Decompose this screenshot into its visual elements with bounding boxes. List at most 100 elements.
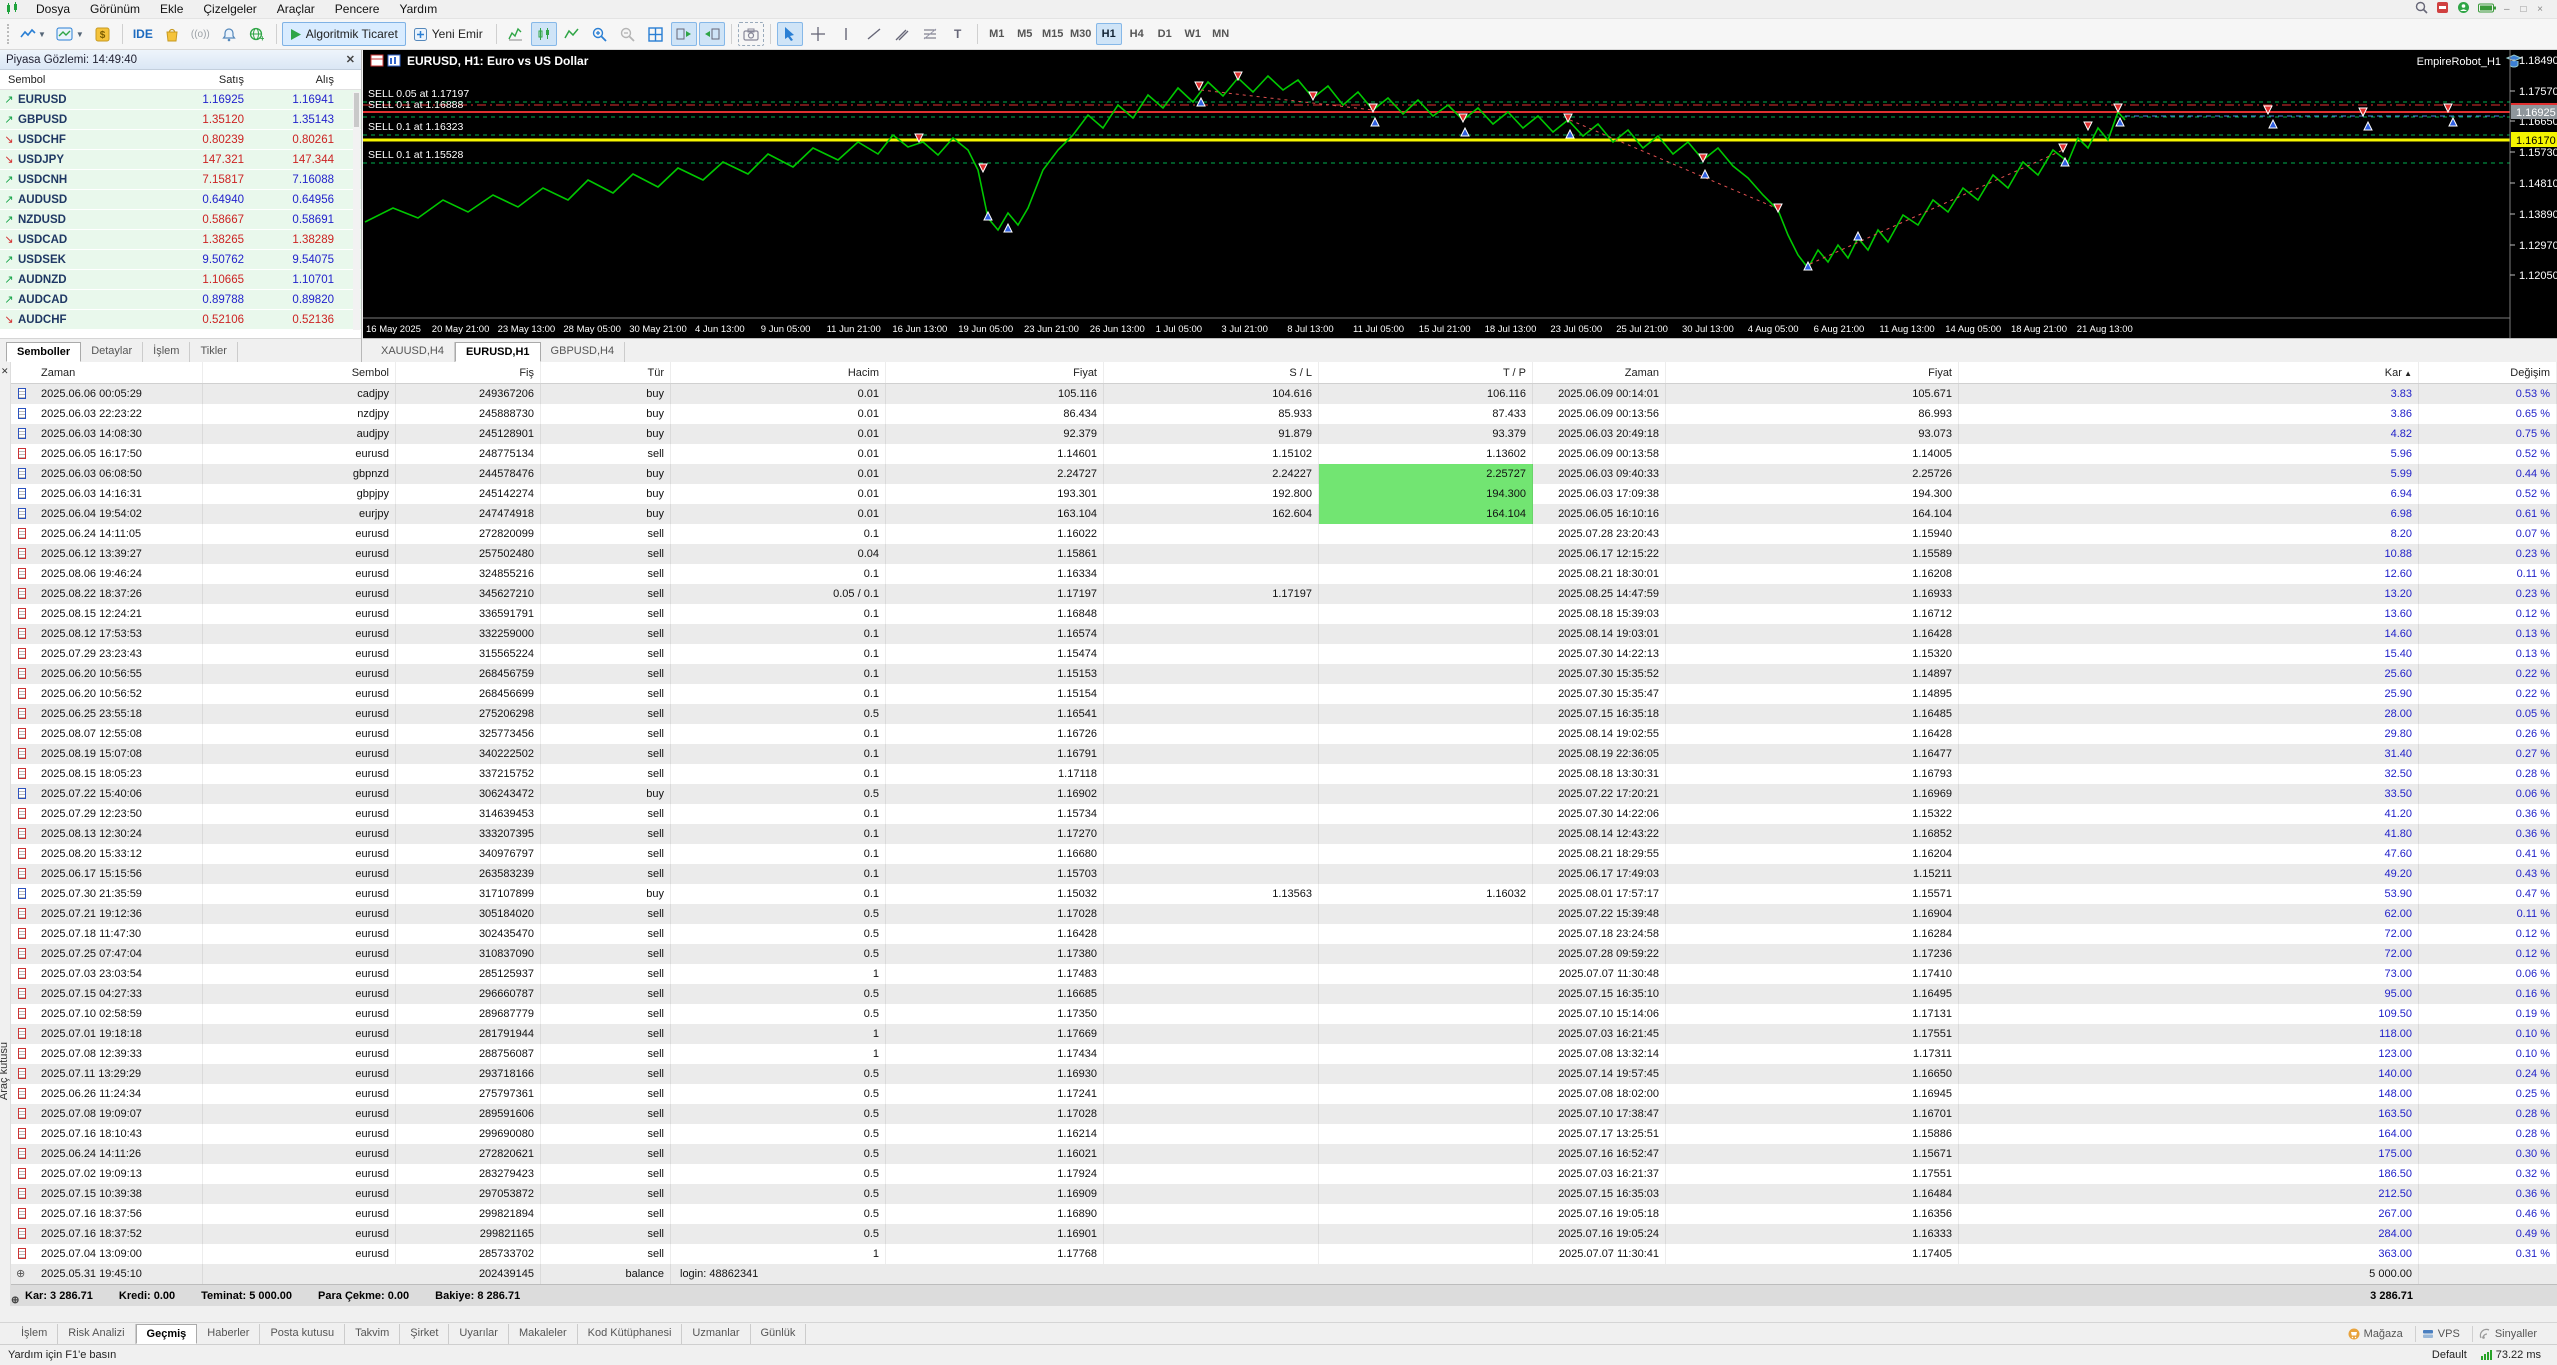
channel-tool-button[interactable]: [889, 22, 915, 46]
history-row[interactable]: 2025.06.24 14:11:05 eurusd 272820099 sell 0.…: [11, 524, 2557, 544]
chart-shift-button[interactable]: [698, 22, 725, 46]
market-watch-tab-Semboller[interactable]: Semboller: [6, 342, 82, 362]
menu-yardım[interactable]: Yardım: [389, 0, 447, 19]
history-row[interactable]: 2025.07.04 13:09:00 eurusd 285733702 sell 1 1…: [11, 1244, 2557, 1264]
tick-chart-button[interactable]: [503, 22, 529, 46]
menu-görünüm[interactable]: Görünüm: [80, 0, 150, 19]
alerts-bell-icon[interactable]: [216, 22, 242, 46]
history-row[interactable]: 2025.06.20 10:56:52 eurusd 268456699 sell 0.…: [11, 684, 2557, 704]
history-col-Sembol[interactable]: Sembol: [203, 362, 396, 383]
col-ask[interactable]: Alış: [244, 74, 344, 86]
cursor-tool-button[interactable]: [776, 22, 803, 46]
auto-scroll-button[interactable]: [670, 22, 697, 46]
history-row[interactable]: 2025.08.15 12:24:21 eurusd 336591791 sell 0.…: [11, 604, 2557, 624]
menu-dosya[interactable]: Dosya: [26, 0, 80, 19]
timeframe-D1[interactable]: D1: [1152, 23, 1178, 45]
history-row[interactable]: 2025.06.03 06:08:50 gbpnzd 244578476 buy 0.0…: [11, 464, 2557, 484]
menu-çizelgeler[interactable]: Çizelgeler: [193, 0, 266, 19]
market-watch-row-AUDUSD[interactable]: ↗ AUDUSD 0.64940 0.64956: [0, 190, 361, 210]
history-row[interactable]: 2025.08.07 12:55:08 eurusd 325773456 sell 0.…: [11, 724, 2557, 744]
timeframe-M5[interactable]: M5: [1012, 23, 1038, 45]
market-watch-row-USDCHF[interactable]: ↘ USDCHF 0.80239 0.80261: [0, 130, 361, 150]
history-row[interactable]: 2025.07.08 12:39:33 eurusd 288756087 sell 1 1…: [11, 1044, 2557, 1064]
history-row[interactable]: 2025.08.12 17:53:53 eurusd 332259000 sell 0.…: [11, 624, 2557, 644]
algo-trading-button[interactable]: Algoritmik Ticaret: [281, 22, 406, 46]
history-row[interactable]: 2025.06.04 19:54:02 eurjpy 247474918 buy 0.0…: [11, 504, 2557, 524]
new-order-button[interactable]: Yeni Emir: [406, 22, 491, 46]
history-col-Hacim[interactable]: Hacim: [671, 362, 886, 383]
zoom-in-button[interactable]: [587, 22, 613, 46]
history-row[interactable]: 2025.06.24 14:11:26 eurusd 272820621 sell 0.…: [11, 1144, 2557, 1164]
toolbox-tab-Geçmiş[interactable]: Geçmiş: [135, 1324, 198, 1344]
toolbox-tab-İşlem[interactable]: İşlem: [11, 1324, 59, 1344]
history-row[interactable]: 2025.07.16 18:37:52 eurusd 299821165 sell 0.…: [11, 1224, 2557, 1244]
status-profile[interactable]: Default: [2432, 1349, 2467, 1361]
toolbox-tab-Kod-Kütüphanesi[interactable]: Kod Kütüphanesi: [578, 1324, 683, 1344]
market-watch-close-icon[interactable]: ✕: [346, 53, 355, 66]
store-service[interactable]: Mağaza: [2342, 1326, 2409, 1342]
history-row[interactable]: 2025.06.20 10:56:55 eurusd 268456759 sell 0.…: [11, 664, 2557, 684]
history-row[interactable]: 2025.07.29 12:23:50 eurusd 314639453 sell 0.…: [11, 804, 2557, 824]
market-watch-tab-İşlem[interactable]: İşlem: [143, 342, 191, 362]
history-row[interactable]: 2025.07.18 11:47:30 eurusd 302435470 sell 0.…: [11, 924, 2557, 944]
toolbar-grip[interactable]: [7, 24, 12, 44]
history-row[interactable]: 2025.07.16 18:37:56 eurusd 299821894 sell 0.…: [11, 1204, 2557, 1224]
timeframe-H4[interactable]: H4: [1124, 23, 1150, 45]
menu-pencere[interactable]: Pencere: [325, 0, 390, 19]
col-symbol[interactable]: Sembol: [0, 74, 140, 86]
timeframe-M30[interactable]: M30: [1068, 23, 1094, 45]
balance-row[interactable]: ⊕ 2025.05.31 19:45:10 202439145 balance logi…: [11, 1264, 2557, 1284]
history-row[interactable]: 2025.06.03 14:16:31 gbpjpy 245142274 buy 0.0…: [11, 484, 2557, 504]
chart-tab-XAUUSD-H4[interactable]: XAUUSD,H4: [371, 342, 455, 362]
market-watch-row-AUDCAD[interactable]: ↗ AUDCAD 0.89788 0.89820: [0, 290, 361, 310]
toolbox-tab-Günlük[interactable]: Günlük: [751, 1324, 807, 1344]
history-row[interactable]: 2025.07.25 07:47:04 eurusd 310837090 sell 0.…: [11, 944, 2557, 964]
timeframe-MN[interactable]: MN: [1208, 23, 1234, 45]
toolbox-tab-Posta-kutusu[interactable]: Posta kutusu: [260, 1324, 346, 1344]
toolbox-close-icon[interactable]: ✕: [1, 366, 9, 377]
vertical-line-tool-button[interactable]: [833, 22, 859, 46]
tile-windows-button[interactable]: [643, 22, 669, 46]
line-chart-button[interactable]: [559, 22, 585, 46]
vps-service[interactable]: VPS: [2414, 1325, 2466, 1342]
history-row[interactable]: 2025.07.10 02:58:59 eurusd 289687779 sell 0.…: [11, 1004, 2557, 1024]
history-row[interactable]: 2025.06.25 23:55:18 eurusd 275206298 sell 0.…: [11, 704, 2557, 724]
toolbox-tab-Takvim[interactable]: Takvim: [345, 1324, 401, 1344]
market-watch-tab-Tikler[interactable]: Tikler: [190, 342, 238, 362]
history-row[interactable]: 2025.07.15 04:27:33 eurusd 296660787 sell 0.…: [11, 984, 2557, 1004]
menu-ekle[interactable]: Ekle: [150, 0, 193, 19]
chart-tab-EURUSD-H1[interactable]: EURUSD,H1: [454, 342, 541, 362]
market-store-icon[interactable]: [159, 22, 185, 46]
history-row[interactable]: 2025.06.03 22:23:22 nzdjpy 245888730 buy 0.0…: [11, 404, 2557, 424]
history-row[interactable]: 2025.07.03 23:03:54 eurusd 285125937 sell 1 1…: [11, 964, 2557, 984]
market-watch-column-headers[interactable]: Sembol Satış Alış: [0, 70, 361, 90]
community-globe-icon[interactable]: +: [244, 22, 270, 46]
history-column-headers[interactable]: Zaman Sembol Fiş Tür Hacim Fiyat S / LT / P Zam…: [11, 362, 2557, 384]
toolbox-tab-Risk-Analizi[interactable]: Risk Analizi: [58, 1324, 136, 1344]
broadcast-icon[interactable]: ((o)): [187, 22, 214, 46]
history-row[interactable]: 2025.06.17 15:15:56 eurusd 263583239 sell 0.…: [11, 864, 2557, 884]
toolbox-tab-Uzmanlar[interactable]: Uzmanlar: [682, 1324, 751, 1344]
market-watch-row-AUDCHF[interactable]: ↘ AUDCHF 0.52106 0.52136: [0, 310, 361, 330]
market-watch-tab-Detaylar[interactable]: Detaylar: [81, 342, 144, 362]
history-row[interactable]: 2025.06.12 13:39:27 eurusd 257502480 sell 0.…: [11, 544, 2557, 564]
history-row[interactable]: 2025.08.20 15:33:12 eurusd 340976797 sell 0.…: [11, 844, 2557, 864]
history-col-Zaman[interactable]: Zaman: [35, 362, 203, 383]
timeframe-W1[interactable]: W1: [1180, 23, 1206, 45]
search-icon[interactable]: [2415, 1, 2428, 17]
market-watch-header[interactable]: Piyasa Gözlemi: 14:49:40 ✕: [0, 50, 361, 70]
timeframe-M1[interactable]: M1: [984, 23, 1010, 45]
history-col-TP[interactable]: T / P: [1319, 362, 1533, 383]
history-row[interactable]: 2025.06.05 16:17:50 eurusd 248775134 sell 0.…: [11, 444, 2557, 464]
history-row[interactable]: 2025.08.06 19:46:24 eurusd 324855216 sell 0.…: [11, 564, 2557, 584]
history-row[interactable]: 2025.07.29 23:23:43 eurusd 315565224 sell 0.…: [11, 644, 2557, 664]
history-col-Değişim[interactable]: Değişim: [2419, 362, 2557, 383]
history-col-Tür[interactable]: Tür: [541, 362, 671, 383]
status-latency[interactable]: 73.22 ms: [2496, 1349, 2541, 1361]
market-watch-row-USDCAD[interactable]: ↘ USDCAD 1.38265 1.38289: [0, 230, 361, 250]
toolbox-tab-Uyarılar[interactable]: Uyarılar: [449, 1324, 509, 1344]
toolbox-tab-Makaleler[interactable]: Makaleler: [509, 1324, 578, 1344]
history-row[interactable]: 2025.08.15 18:05:23 eurusd 337215752 sell 0.…: [11, 764, 2557, 784]
history-col-Kar[interactable]: Kar ▲: [1959, 362, 2419, 383]
chart-style-button[interactable]: ▼: [16, 22, 50, 46]
